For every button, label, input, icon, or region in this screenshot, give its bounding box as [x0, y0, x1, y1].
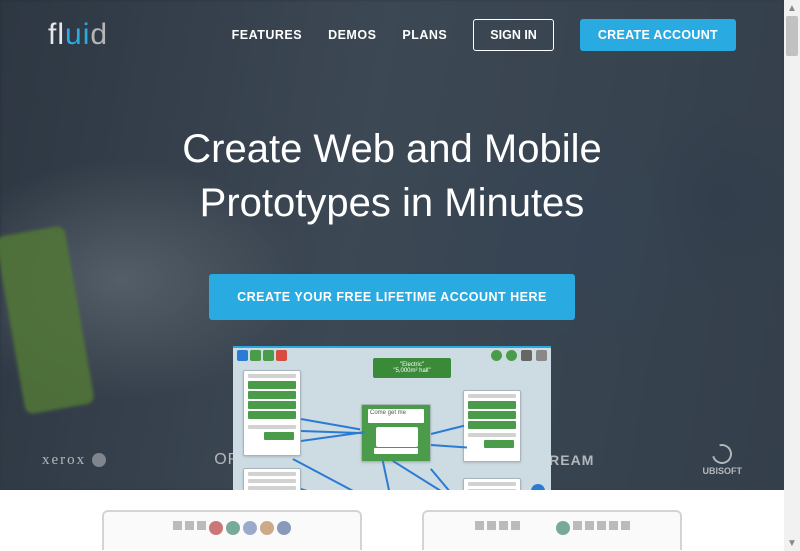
scroll-down-arrow-icon[interactable]: ▼	[784, 535, 800, 551]
add-node-icon	[531, 484, 545, 490]
preview-card-right	[463, 390, 521, 462]
scrollbar-track[interactable]	[784, 16, 800, 535]
avatar-icon	[260, 521, 274, 535]
ubisoft-swirl-icon	[709, 440, 736, 467]
hero-cta-button[interactable]: CREATE YOUR FREE LIFETIME ACCOUNT HERE	[209, 274, 575, 320]
connector-line	[301, 431, 365, 441]
preview-toolbar-left	[237, 350, 287, 361]
hero-title-line2: Prototypes in Minutes	[200, 181, 585, 225]
nav-plans[interactable]: PLANS	[402, 28, 447, 42]
xerox-dot-icon	[92, 453, 106, 467]
connector-line	[382, 461, 392, 490]
forward-icon	[263, 350, 274, 361]
tool-icon	[487, 521, 496, 530]
tool-icon	[475, 521, 484, 530]
tool-icon	[573, 521, 582, 530]
hero-title-line1: Create Web and Mobile	[182, 127, 602, 171]
avatar-icon	[556, 521, 570, 535]
tool-icon	[499, 521, 508, 530]
connector-line	[431, 444, 467, 448]
tool-icon	[585, 521, 594, 530]
preview-tooltip: "Electric" "5,000m² hall"	[373, 358, 451, 378]
connector-line	[293, 458, 364, 490]
scroll-up-arrow-icon[interactable]: ▲	[784, 0, 800, 16]
monitor-preview-right	[422, 510, 682, 550]
car-icon	[376, 427, 418, 447]
user-icon	[491, 350, 502, 361]
primary-nav: FEATURES DEMOS PLANS SIGN IN CREATE ACCO…	[232, 19, 736, 51]
client-ubisoft: UBISOFT	[702, 444, 742, 476]
client-xerox: xerox	[42, 452, 106, 469]
avatar-icon	[209, 521, 223, 535]
tool-icon	[609, 521, 618, 530]
avatar-icon	[243, 521, 257, 535]
topbar: fluid FEATURES DEMOS PLANS SIGN IN CREAT…	[0, 0, 784, 70]
monitor-preview-left	[102, 510, 362, 550]
connector-line	[431, 425, 464, 435]
preview-card-bottom-right	[463, 478, 521, 490]
preview-card-center: Come get me	[361, 404, 431, 462]
user2-icon	[506, 350, 517, 361]
nav-features[interactable]: FEATURES	[232, 28, 302, 42]
vertical-scrollbar[interactable]: ▲ ▼	[784, 0, 800, 551]
share-icon	[521, 350, 532, 361]
tool-icon	[621, 521, 630, 530]
stop-icon	[276, 350, 287, 361]
avatar-icon	[226, 521, 240, 535]
tool-icon	[511, 521, 520, 530]
hero-section: fluid FEATURES DEMOS PLANS SIGN IN CREAT…	[0, 0, 784, 490]
preview-card-left	[243, 370, 301, 456]
play-icon	[250, 350, 261, 361]
tool-icon	[185, 521, 194, 530]
signin-button[interactable]: SIGN IN	[473, 19, 554, 51]
preview-canvas: "Electric" "5,000m² hall" Come get me	[233, 348, 551, 490]
tool-icon	[173, 521, 182, 530]
hero-content: Create Web and Mobile Prototypes in Minu…	[0, 70, 784, 320]
hero-title: Create Web and Mobile Prototypes in Minu…	[0, 122, 784, 230]
scrollbar-thumb[interactable]	[786, 16, 798, 56]
connector-line	[393, 460, 470, 490]
below-fold-section	[0, 490, 784, 551]
create-account-button[interactable]: CREATE ACCOUNT	[580, 19, 736, 51]
avatar-icon	[277, 521, 291, 535]
preview-toolbar-right	[491, 350, 547, 361]
menu-icon	[536, 350, 547, 361]
undo-icon	[237, 350, 248, 361]
tool-icon	[597, 521, 606, 530]
connector-line	[301, 418, 360, 430]
nav-demos[interactable]: DEMOS	[328, 28, 376, 42]
logo[interactable]: fluid	[48, 18, 108, 52]
product-preview: "Electric" "5,000m² hall" Come get me	[233, 346, 551, 490]
tool-icon	[197, 521, 206, 530]
preview-card-bottom-left	[243, 468, 301, 490]
